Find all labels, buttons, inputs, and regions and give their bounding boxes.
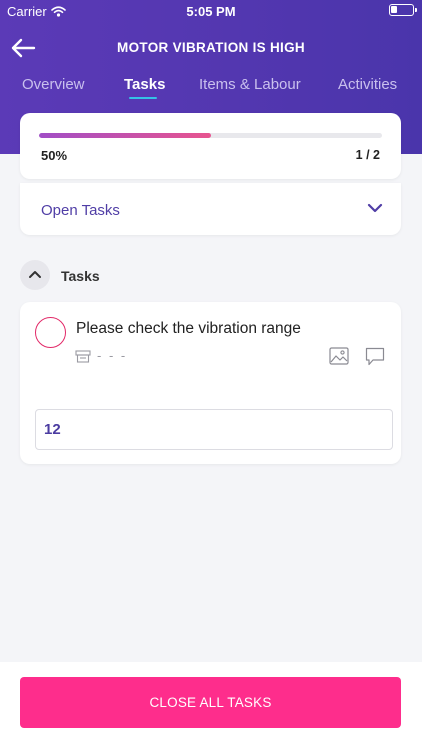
progress-bar (39, 133, 382, 138)
tab-overview[interactable]: Overview (22, 76, 85, 93)
page-title: MOTOR VIBRATION IS HIGH (117, 40, 305, 55)
tab-activities[interactable]: Activities (338, 76, 397, 93)
progress-count: 1 / 2 (355, 148, 380, 162)
tab-tasks[interactable]: Tasks (124, 76, 165, 93)
close-all-tasks-button[interactable]: CLOSE ALL TASKS (20, 677, 401, 728)
active-tab-indicator (129, 97, 157, 99)
task-title: Please check the vibration range (76, 320, 301, 337)
task-filter-dropdown[interactable]: Open Tasks (20, 183, 401, 235)
filter-label: Open Tasks (41, 202, 120, 219)
status-bar: Carrier 5:05 PM (0, 0, 422, 24)
tab-bar: Overview Tasks Items & Labour Activities (0, 76, 422, 104)
task-complete-checkbox[interactable] (35, 317, 66, 348)
task-card: Please check the vibration range - - - (20, 302, 401, 464)
tag-icon (75, 350, 91, 363)
task-reading-input[interactable] (35, 409, 393, 450)
battery-icon (389, 4, 417, 16)
tab-items-labour[interactable]: Items & Labour (199, 76, 301, 93)
collapse-section-button[interactable] (20, 260, 50, 290)
image-icon[interactable] (329, 347, 349, 365)
progress-bar-fill (39, 133, 211, 138)
task-meta: - - - (97, 348, 128, 363)
progress-card: 50% 1 / 2 (20, 113, 401, 179)
chevron-down-icon (367, 203, 383, 213)
tasks-section-header: Tasks (0, 254, 422, 296)
status-time: 5:05 PM (186, 4, 236, 19)
chevron-up-icon (29, 271, 41, 278)
section-title: Tasks (61, 268, 100, 284)
footer-bar: CLOSE ALL TASKS (0, 662, 422, 750)
progress-percent: 50% (41, 148, 68, 163)
comment-icon[interactable] (365, 347, 385, 366)
